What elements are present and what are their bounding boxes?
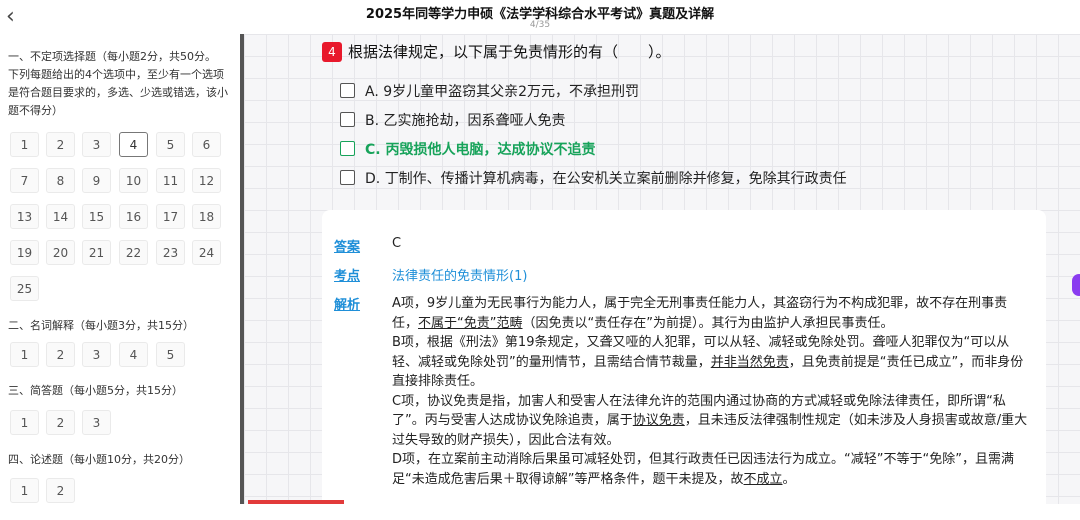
section-title-essay: 四、论述题（每小题10分，共20分） — [8, 453, 190, 466]
text: D项，在立案前主动消除后果虽可减轻处罚，但其行政责任已因违法行为成立。“减轻”不… — [392, 452, 1014, 487]
analysis-paragraph-b: B项，根据《刑法》第19条规定，又聋又哑的人犯罪，可以从轻、减轻或免除处罚。聋哑… — [392, 333, 1032, 392]
question-cell[interactable]: 7 — [10, 168, 39, 193]
option-label: A. — [365, 84, 379, 100]
option-text: 乙实施抢劫，因系聋哑人免责 — [383, 113, 566, 129]
underlined-text: 并非当然免责 — [710, 354, 789, 370]
section-title-multiple-choice: 一、不定项选择题（每小题2分，共50分。 — [8, 50, 216, 63]
question-cell[interactable]: 19 — [10, 240, 39, 265]
underlined-text: 不属于“免责”范畴 — [418, 315, 523, 331]
option-label: B. — [365, 113, 380, 129]
question-cell[interactable]: 23 — [156, 240, 185, 265]
question-cell[interactable]: 9 — [82, 168, 111, 193]
question-cell[interactable]: 3 — [82, 410, 111, 435]
analysis-text: A项，9岁儿童为无民事行为能力人，属于完全无刑事责任能力人，其盗窃行为不构成犯罪… — [392, 294, 1032, 489]
underlined-text: 协议免责 — [632, 413, 685, 428]
checkbox-icon[interactable] — [340, 112, 355, 127]
answer-card: 答案 C 考点 法律责任的免责情形(1) 解析 A项，9岁儿童为无民事行为能力人… — [322, 210, 1046, 520]
question-cell-current[interactable]: 4 — [119, 132, 148, 157]
question-cell[interactable]: 2 — [46, 342, 75, 367]
question-cell[interactable]: 3 — [82, 342, 111, 367]
question-cell[interactable]: 1 — [10, 342, 39, 367]
analysis-paragraph-d: D项，在立案前主动消除后果虽可减轻处罚，但其行政责任已因违法行为成立。“减轻”不… — [392, 450, 1032, 489]
knowledge-point-link[interactable]: 法律责任的免责情形(1) — [392, 265, 527, 284]
option-b[interactable]: B. 乙实施抢劫，因系聋哑人免责 — [340, 110, 566, 132]
underlined-text: 不成立 — [743, 471, 783, 487]
question-cell[interactable]: 17 — [156, 204, 185, 229]
question-cell[interactable]: 18 — [192, 204, 221, 229]
question-cell[interactable]: 2 — [46, 410, 75, 435]
page-indicator: 4/35 — [529, 20, 551, 30]
side-drawer-handle[interactable] — [1072, 274, 1080, 296]
question-cell[interactable]: 1 — [10, 478, 39, 503]
analysis-label: 解析 — [334, 298, 361, 313]
question-cell[interactable]: 10 — [119, 168, 148, 193]
question-cell[interactable]: 22 — [119, 240, 148, 265]
question-panel: 4 根据法律规定，以下属于免责情形的有（ ）。 A. 9岁儿童甲盗窃其父亲2万元… — [244, 34, 1080, 520]
question-cell[interactable]: 13 — [10, 204, 39, 229]
checkbox-icon[interactable] — [340, 83, 355, 98]
knowledge-point-label: 考点 — [334, 269, 361, 284]
text: （因免责以“责任存在”为前提）。其行为由监护人承担民事责任。 — [522, 315, 894, 331]
answer-label: 答案 — [334, 240, 361, 255]
question-cell[interactable]: 25 — [10, 276, 39, 301]
question-navigator: 一、不定项选择题（每小题2分，共50分。 下列每题给出的4个选项中，至少有一个选… — [0, 34, 240, 504]
option-text: 丁制作、传播计算机病毒，在公安机关立案前删除并修复，免除其行政责任 — [384, 171, 847, 187]
option-label: D. — [365, 171, 381, 187]
option-a[interactable]: A. 9岁儿童甲盗窃其父亲2万元，不承担刑罚 — [340, 81, 639, 103]
analysis-paragraph-c: C项，协议免责是指，加害人和受害人在法律允许的范围内通过协商的方式减轻或免除法律… — [392, 392, 1032, 451]
progress-indicator — [248, 500, 344, 504]
checkbox-icon[interactable] — [340, 141, 355, 156]
question-cell[interactable]: 1 — [10, 410, 39, 435]
question-text: 根据法律规定，以下属于免责情形的有（ ）。 — [348, 43, 671, 61]
option-text: 9岁儿童甲盗窃其父亲2万元，不承担刑罚 — [383, 84, 640, 100]
question-cell[interactable]: 8 — [46, 168, 75, 193]
question-cell[interactable]: 5 — [156, 132, 185, 157]
text: 。 — [782, 471, 796, 487]
analysis-paragraph-a: A项，9岁儿童为无民事行为能力人，属于完全无刑事责任能力人，其盗窃行为不构成犯罪… — [392, 294, 1032, 333]
question-cell[interactable]: 3 — [82, 132, 111, 157]
option-c-correct[interactable]: C. 丙毁损他人电脑，达成协议不追责 — [340, 139, 595, 161]
question-cell[interactable]: 24 — [192, 240, 221, 265]
question-cell[interactable]: 20 — [46, 240, 75, 265]
question-cell[interactable]: 2 — [46, 132, 75, 157]
question-cell[interactable]: 15 — [82, 204, 111, 229]
question-cell[interactable]: 4 — [119, 342, 148, 367]
option-text: 丙毁损他人电脑，达成协议不追责 — [385, 142, 596, 158]
section-title-short-answer: 三、简答题（每小题5分，共15分） — [8, 384, 183, 397]
top-bar: ‹ 2025年同等学力申硕《法学学科综合水平考试》真题及详解 4/35 — [0, 0, 1080, 35]
section-title-terms: 二、名词解释（每小题3分，共15分） — [8, 319, 194, 332]
question-cell[interactable]: 6 — [192, 132, 221, 157]
question-cell[interactable]: 2 — [46, 478, 75, 503]
question-cell[interactable]: 21 — [82, 240, 111, 265]
section-description: 下列每题给出的4个选项中，至少有一个选项是符合题目要求的，多选、少选或错选，该小… — [8, 68, 228, 117]
question-cell[interactable]: 16 — [119, 204, 148, 229]
question-number-badge: 4 — [322, 42, 342, 62]
question-cell[interactable]: 5 — [156, 342, 185, 367]
question-cell[interactable]: 11 — [156, 168, 185, 193]
option-label: C. — [365, 142, 381, 158]
checkbox-icon[interactable] — [340, 170, 355, 185]
question-cell[interactable]: 1 — [10, 132, 39, 157]
option-d[interactable]: D. 丁制作、传播计算机病毒，在公安机关立案前删除并修复，免除其行政责任 — [340, 168, 847, 190]
answer-value: C — [392, 236, 402, 251]
question-cell[interactable]: 14 — [46, 204, 75, 229]
question-cell[interactable]: 12 — [192, 168, 221, 193]
